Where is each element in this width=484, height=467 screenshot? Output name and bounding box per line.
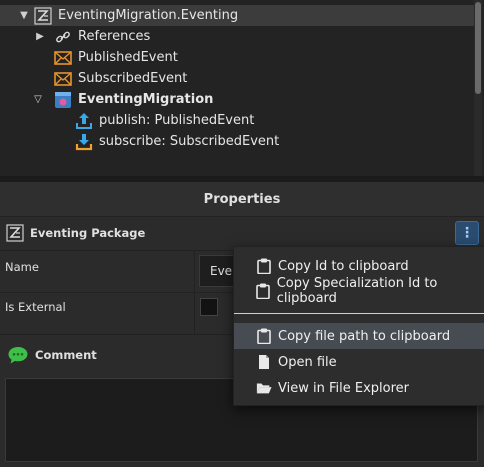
comment-label: Comment: [35, 348, 97, 362]
collapse-triangle-icon[interactable]: ▽: [32, 94, 44, 105]
is-external-label: Is External: [5, 300, 66, 314]
link-icon: [54, 28, 72, 46]
tree-item-subscribed-event[interactable]: SubscribedEvent: [0, 68, 187, 89]
properties-title: Properties: [0, 182, 484, 217]
is-external-checkbox[interactable]: [200, 298, 218, 316]
tree-item-label: EventingMigration.Eventing: [58, 8, 239, 23]
tree-scrollbar-thumb[interactable]: [475, 2, 481, 94]
folder-open-icon: [256, 380, 272, 396]
menu-item-label: View in File Explorer: [278, 380, 409, 396]
tree-item-label: PublishedEvent: [78, 50, 178, 65]
tree-item-label: References: [78, 29, 151, 44]
comment-bubble-icon: [7, 346, 29, 364]
context-menu: Copy Id to clipboard Copy Specialization…: [233, 246, 484, 406]
file-icon: [256, 354, 272, 370]
message-envelope-icon: [54, 49, 72, 67]
menu-separator: [234, 313, 484, 314]
column-divider: [194, 250, 195, 334]
more-options-button[interactable]: ⋮: [455, 221, 479, 245]
message-envelope-icon: [54, 70, 72, 88]
tree-item-label: EventingMigration: [78, 92, 214, 107]
menu-item-copy-specialization-id[interactable]: Copy Specialization Id to clipboard: [234, 276, 484, 306]
menu-item-label: Copy Id to clipboard: [278, 258, 409, 274]
name-label: Name: [5, 260, 39, 274]
package-type-label: Eventing Package: [30, 226, 146, 240]
tree-item-eventing-package[interactable]: ▼ EventingMigration.Eventing: [0, 5, 474, 26]
application-icon: [54, 91, 72, 109]
clipboard-icon: [256, 258, 272, 274]
eventing-package-icon: [6, 224, 24, 242]
clipboard-icon: [256, 283, 271, 299]
tree-item-subscribe[interactable]: subscribe: SubscribedEvent: [0, 131, 279, 152]
menu-item-copy-file-path[interactable]: Copy file path to clipboard: [234, 323, 484, 349]
subscribe-arrow-icon: [75, 133, 93, 151]
tree-item-published-event[interactable]: PublishedEvent: [0, 47, 178, 68]
eventing-package-icon: [34, 6, 52, 25]
tree-item-eventing-migration[interactable]: ▽ EventingMigration: [0, 89, 213, 110]
tree-item-references[interactable]: ▶ References: [0, 26, 150, 47]
tree-item-publish[interactable]: publish: PublishedEvent: [0, 110, 254, 131]
publish-arrow-icon: [75, 112, 93, 130]
tree-item-label: publish: PublishedEvent: [99, 113, 255, 128]
expand-triangle-icon[interactable]: ▶: [34, 31, 46, 42]
tree-item-label: subscribe: SubscribedEvent: [99, 134, 280, 149]
menu-item-label: Copy file path to clipboard: [278, 328, 451, 344]
tree-item-label: SubscribedEvent: [78, 71, 188, 86]
menu-item-label: Copy Specialization Id to clipboard: [276, 276, 438, 306]
menu-item-view-in-file-explorer[interactable]: View in File Explorer: [234, 375, 484, 401]
clipboard-icon: [256, 328, 272, 344]
package-type-row: Eventing Package: [0, 217, 484, 249]
menu-item-open-file[interactable]: Open file: [234, 349, 484, 375]
menu-item-label: Open file: [278, 354, 337, 370]
collapse-triangle-icon[interactable]: ▼: [18, 10, 30, 21]
